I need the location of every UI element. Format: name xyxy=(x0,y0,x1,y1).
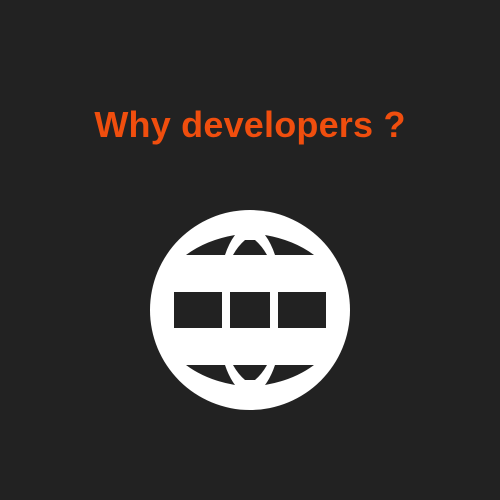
globe-cutout-mid-left xyxy=(174,292,222,328)
globe-cutout-mid-center xyxy=(230,292,270,328)
page-title: Why developers ? xyxy=(94,104,406,145)
globe-icon xyxy=(150,210,350,410)
globe-cutout-mid-right xyxy=(278,292,326,328)
